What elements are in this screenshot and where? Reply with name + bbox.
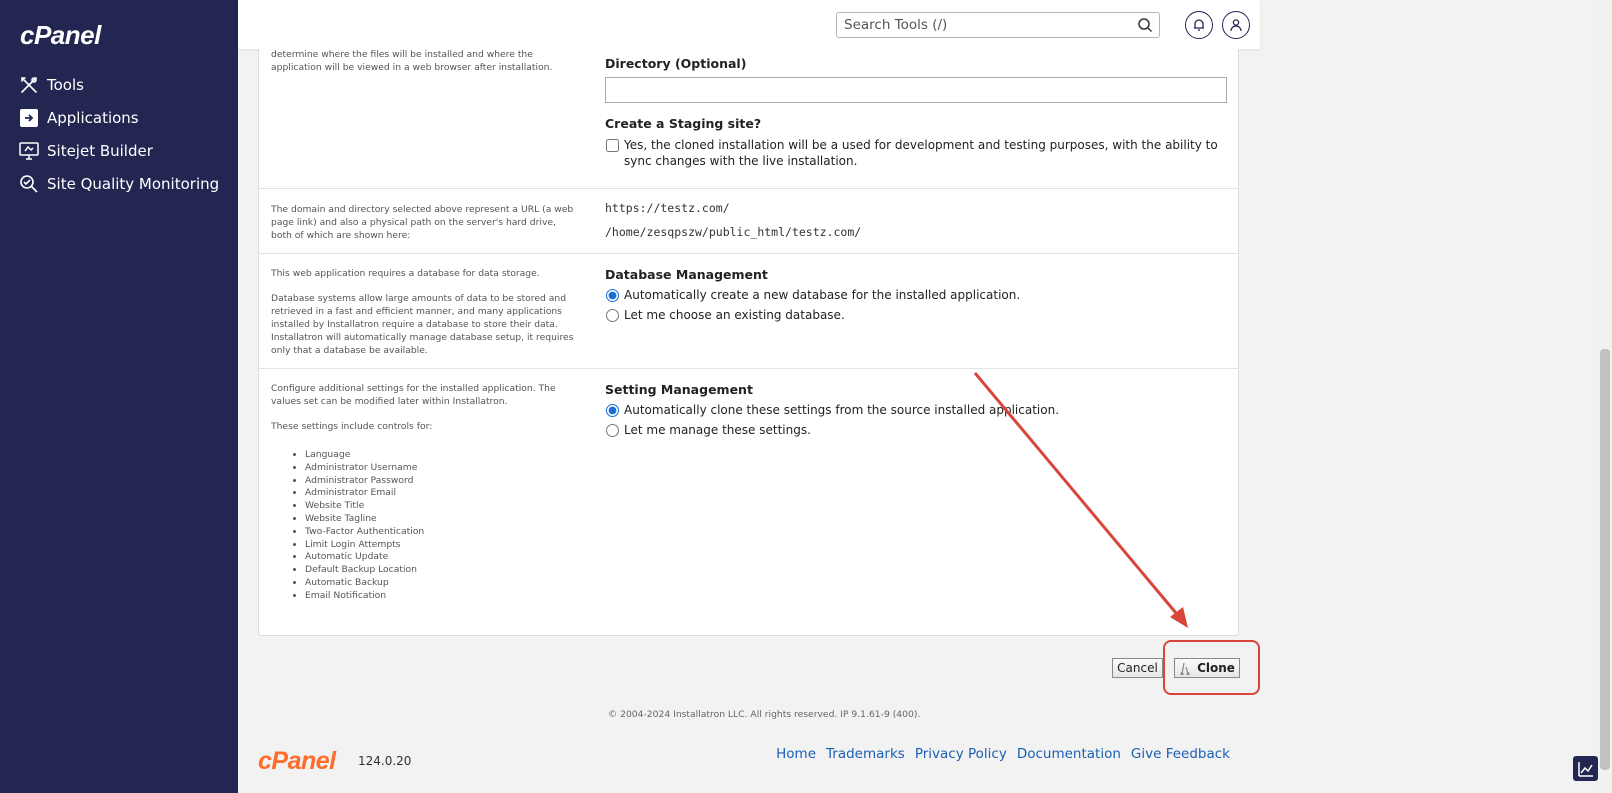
footer-link-give-feedback[interactable]: Give Feedback	[1131, 746, 1230, 762]
user-icon	[1230, 19, 1242, 32]
database-help-detail: Database systems allow large amounts of …	[271, 293, 574, 356]
sidebar-item-sitejet-builder[interactable]: Sitejet Builder	[18, 140, 153, 162]
settings-option-auto[interactable]: Automatically clone these settings from …	[605, 402, 1227, 418]
database-auto-label: Automatically create a new database for …	[624, 288, 1021, 302]
tools-icon	[18, 74, 40, 96]
list-item: Email Notification	[305, 590, 576, 603]
install-path: /home/zesqpszw/public_html/testz.com/	[605, 225, 862, 239]
footer-link-trademarks[interactable]: Trademarks	[826, 746, 905, 762]
top-header	[238, 0, 1260, 49]
search-box	[836, 12, 1160, 38]
database-management-title: Database Management	[605, 267, 768, 282]
cancel-button[interactable]: Cancel	[1112, 658, 1163, 678]
setting-management-title: Setting Management	[605, 382, 753, 397]
settings-help-list-title: These settings include controls for:	[271, 421, 433, 432]
settings-auto-label: Automatically clone these settings from …	[624, 403, 1060, 417]
bell-icon	[1194, 19, 1204, 31]
list-item: Limit Login Attempts	[305, 539, 576, 552]
list-item: Administrator Username	[305, 462, 576, 475]
annotation-highlight-box	[1163, 640, 1260, 695]
sidebar-item-label: Tools	[47, 76, 84, 94]
scrollbar-thumb[interactable]	[1600, 349, 1610, 770]
sidebar: cPanel Tools Applications Sitejet Builde…	[0, 0, 238, 793]
url-help: The domain and directory selected above …	[271, 204, 574, 241]
url-row: The domain and directory selected above …	[259, 189, 1238, 254]
cpanel-logo[interactable]: cPanel	[20, 20, 101, 51]
database-manual-radio[interactable]	[606, 309, 619, 322]
database-auto-radio[interactable]	[606, 289, 619, 302]
footer-link-privacy-policy[interactable]: Privacy Policy	[915, 746, 1007, 762]
sidebar-item-label: Sitejet Builder	[47, 142, 153, 160]
staging-label: Create a Staging site?	[605, 116, 762, 131]
analytics-button[interactable]	[1573, 756, 1598, 781]
copyright-text: © 2004-2024 Installatron LLC. All rights…	[608, 709, 921, 720]
settings-auto-radio[interactable]	[606, 404, 619, 417]
list-item: Automatic Backup	[305, 577, 576, 590]
settings-manual-label: Let me manage these settings.	[624, 423, 811, 437]
footer-link-home[interactable]: Home	[776, 746, 816, 762]
list-item: Default Backup Location	[305, 564, 576, 577]
install-url: https://testz.com/	[605, 201, 730, 215]
location-row: determine where the files will be instal…	[259, 49, 1238, 189]
settings-row: Configure additional settings for the in…	[259, 369, 1238, 636]
footer-cpanel-logo: cPanel	[258, 747, 336, 775]
clone-form-panel: determine where the files will be instal…	[258, 49, 1239, 636]
list-item: Website Tagline	[305, 513, 576, 526]
search-input[interactable]	[837, 13, 1127, 37]
directory-input[interactable]	[605, 77, 1227, 103]
settings-list: Language Administrator Username Administ…	[305, 449, 576, 603]
database-help: This web application requires a database…	[271, 267, 576, 369]
database-option-auto[interactable]: Automatically create a new database for …	[605, 287, 1227, 303]
search-icon[interactable]	[1137, 17, 1153, 33]
staging-checkbox[interactable]	[606, 139, 619, 152]
database-help-intro: This web application requires a database…	[271, 268, 540, 279]
site-quality-icon	[18, 173, 40, 195]
sidebar-item-tools[interactable]: Tools	[18, 74, 84, 96]
settings-help-intro: Configure additional settings for the in…	[271, 383, 556, 407]
sitejet-icon	[18, 140, 40, 162]
staging-option[interactable]: Yes, the cloned installation will be a u…	[605, 137, 1227, 169]
sidebar-item-site-quality-monitoring[interactable]: Site Quality Monitoring	[18, 173, 219, 195]
location-help: determine where the files will be instal…	[271, 49, 553, 73]
sidebar-item-applications[interactable]: Applications	[18, 107, 139, 129]
database-row: This web application requires a database…	[259, 254, 1238, 369]
settings-manual-radio[interactable]	[606, 424, 619, 437]
footer-links: Home Trademarks Privacy Policy Documenta…	[776, 746, 1230, 762]
user-menu-button[interactable]	[1222, 11, 1250, 39]
notifications-button[interactable]	[1185, 11, 1213, 39]
list-item: Administrator Email	[305, 487, 576, 500]
version-label: 124.0.20	[358, 754, 412, 768]
settings-help: Configure additional settings for the in…	[271, 382, 576, 603]
database-option-manual[interactable]: Let me choose an existing database.	[605, 307, 1227, 323]
sidebar-item-label: Site Quality Monitoring	[47, 175, 220, 193]
database-manual-label: Let me choose an existing database.	[624, 308, 845, 322]
list-item: Administrator Password	[305, 475, 576, 488]
chart-icon	[1577, 761, 1593, 777]
staging-option-text: Yes, the cloned installation will be a u…	[624, 138, 1218, 168]
applications-icon	[18, 107, 40, 129]
sidebar-item-label: Applications	[47, 109, 139, 127]
directory-label: Directory (Optional)	[605, 56, 747, 71]
list-item: Language	[305, 449, 576, 462]
settings-option-manual[interactable]: Let me manage these settings.	[605, 422, 1227, 438]
footer-link-documentation[interactable]: Documentation	[1017, 746, 1121, 762]
list-item: Website Title	[305, 500, 576, 513]
list-item: Two-Factor Authentication	[305, 526, 576, 539]
list-item: Automatic Update	[305, 551, 576, 564]
